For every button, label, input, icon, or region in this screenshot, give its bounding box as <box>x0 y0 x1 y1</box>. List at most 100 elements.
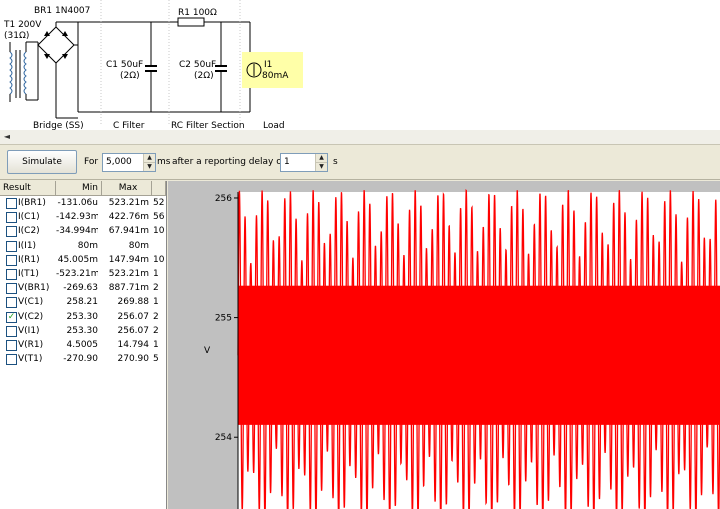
load-value: 80mA <box>262 71 289 81</box>
result-row[interactable]: V(R1) 4.5005 14.794 1 <box>0 338 166 352</box>
result-row[interactable]: I(I1) 80m 80m <box>0 239 166 253</box>
resistor-label: R1 100Ω <box>178 8 217 18</box>
result-row[interactable]: V(T1) -270.90 270.90 5 <box>0 352 166 366</box>
column-header-min[interactable]: Min <box>56 181 102 195</box>
duration-unit: ms <box>157 157 171 167</box>
result-extra: 2 <box>153 325 159 336</box>
transformer-resistance: (31Ω) <box>4 31 30 41</box>
result-checkbox[interactable] <box>6 340 17 351</box>
c2-label: C2 50uF <box>179 60 217 70</box>
result-name: I(T1) <box>18 269 39 279</box>
simulate-button[interactable]: Simulate <box>7 150 77 174</box>
result-checkbox[interactable] <box>6 226 17 238</box>
result-max: 67.941m <box>108 226 149 237</box>
result-name: V(T1) <box>18 354 43 365</box>
column-header-extra[interactable] <box>152 181 166 195</box>
result-min: -131.06u <box>57 198 98 208</box>
result-min: 258.21 <box>66 297 99 308</box>
load-highlight <box>242 52 303 88</box>
column-header-max[interactable]: Max <box>102 181 152 195</box>
result-extra: 10 <box>153 254 165 265</box>
y-axis-label: V <box>204 346 211 356</box>
result-max: 887.71m <box>108 283 149 294</box>
delay-label: after a reporting delay of <box>172 157 285 167</box>
result-row[interactable]: I(C1) -142.93m 422.76m 56 <box>0 210 166 224</box>
result-checkbox[interactable] <box>6 325 17 337</box>
result-checkbox[interactable] <box>6 283 17 295</box>
result-max: 147.94m <box>108 254 149 265</box>
result-min: 4.5005 <box>66 340 99 350</box>
result-max: 523.21m <box>108 269 149 279</box>
result-extra: 1 <box>153 269 159 279</box>
result-row[interactable]: I(T1) -523.21m 523.21m 1 <box>0 267 166 281</box>
bridge-label: BR1 1N4007 <box>34 6 91 16</box>
result-checkbox[interactable] <box>6 297 17 309</box>
result-row[interactable]: V(C1) 258.21 269.88 1 <box>0 295 166 309</box>
result-checkbox[interactable] <box>6 269 17 280</box>
result-min: 253.30 <box>66 311 99 322</box>
y-tick-label: 255 <box>215 314 232 324</box>
result-row[interactable]: ✓ V(C2) 253.30 256.07 2 <box>0 310 166 324</box>
result-max: 14.794 <box>117 340 150 350</box>
result-row[interactable]: I(BR1) -131.06u 523.21m 52 <box>0 196 166 210</box>
circuit-schematic: T1 200V (31Ω) BR1 1N4007 R1 100Ω C1 50uF… <box>0 0 720 131</box>
delay-stepper[interactable]: 1 ▲ ▼ <box>280 153 328 172</box>
result-extra: 2 <box>153 311 159 322</box>
duration-value[interactable]: 5,000 <box>106 156 132 168</box>
column-header-result[interactable]: Result <box>0 181 56 195</box>
result-name: V(I1) <box>18 325 40 336</box>
c2-esr: (2Ω) <box>194 71 214 81</box>
result-row[interactable]: I(R1) 45.005m 147.94m 10 <box>0 253 166 267</box>
result-min: -34.994m <box>56 226 98 237</box>
result-min: -269.63 <box>63 283 98 294</box>
result-checkbox[interactable]: ✓ <box>6 311 17 323</box>
result-checkbox[interactable] <box>6 254 17 266</box>
result-max: 422.76m <box>108 212 149 223</box>
results-table: Result Min Max I(BR1) -131.06u 523.21m 52 I(… <box>0 181 167 509</box>
result-extra: 10 <box>153 226 165 237</box>
delay-unit: s <box>333 157 338 167</box>
delay-value[interactable]: 1 <box>284 156 290 168</box>
c1-label: C1 50uF <box>106 60 144 70</box>
result-extra: 2 <box>153 283 159 294</box>
result-max: 270.90 <box>117 354 150 365</box>
result-row[interactable]: V(I1) 253.30 256.07 2 <box>0 324 166 338</box>
result-checkbox[interactable] <box>6 354 17 366</box>
result-extra: 1 <box>153 297 159 308</box>
result-checkbox[interactable] <box>6 198 17 209</box>
transformer-secondary-coil <box>23 51 27 95</box>
result-extra: 1 <box>153 340 159 350</box>
result-max: 256.07 <box>117 325 150 336</box>
y-tick-label: 256 <box>215 194 232 204</box>
delay-down-icon[interactable]: ▼ <box>316 162 327 171</box>
duration-down-icon[interactable]: ▼ <box>144 162 155 171</box>
result-extra <box>153 239 166 253</box>
plot-canvas[interactable]: 256 255 254 V <box>168 181 720 509</box>
result-row[interactable]: V(BR1) -269.63 887.71m 2 <box>0 281 166 295</box>
result-max: 80m <box>128 240 149 251</box>
result-min: 45.005m <box>57 254 98 265</box>
result-max: 523.21m <box>108 198 149 208</box>
series-band-vc2 <box>238 285 720 425</box>
result-name: V(R1) <box>18 340 44 350</box>
result-checkbox[interactable] <box>6 212 17 224</box>
delay-up-icon[interactable]: ▲ <box>316 154 327 162</box>
result-name: I(R1) <box>18 254 40 265</box>
resistor-r1 <box>177 17 205 27</box>
result-name: V(C1) <box>18 297 44 308</box>
result-checkbox[interactable] <box>6 240 17 252</box>
result-min: -270.90 <box>63 354 98 365</box>
horizontal-scrollbar[interactable]: ◄ <box>0 130 720 145</box>
c1-esr: (2Ω) <box>120 71 140 81</box>
result-max: 269.88 <box>117 297 150 308</box>
result-row[interactable]: I(C2) -34.994m 67.941m 10 <box>0 224 166 238</box>
result-name: I(I1) <box>18 240 37 251</box>
waveform-plot[interactable]: 256 255 254 V <box>168 181 720 509</box>
transformer-label: T1 200V <box>4 20 42 30</box>
duration-up-icon[interactable]: ▲ <box>144 154 155 162</box>
result-name: V(BR1) <box>18 283 50 294</box>
load-label: I1 <box>264 60 273 70</box>
simulation-toolbar: Simulate For 5,000 ▲ ▼ ms after a reporti… <box>0 145 720 180</box>
duration-stepper[interactable]: 5,000 ▲ ▼ <box>102 153 156 172</box>
scroll-left-icon[interactable]: ◄ <box>2 132 12 142</box>
